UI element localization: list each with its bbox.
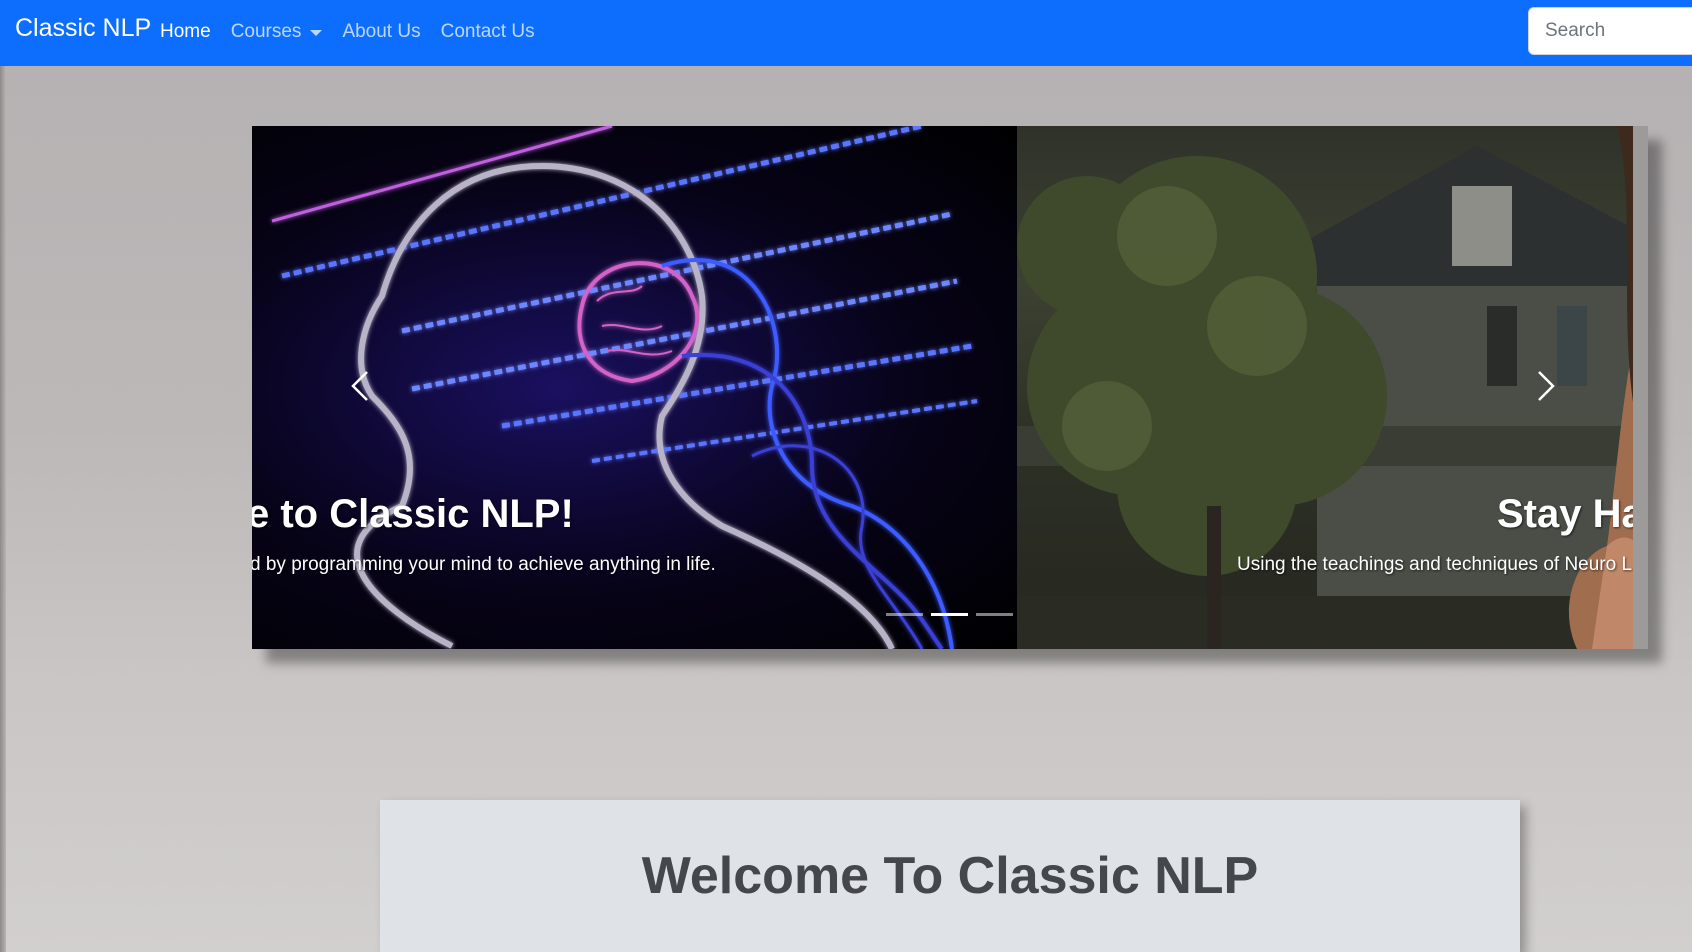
hero-carousel: e to Classic NLP! d by programming your … [252,126,1648,649]
brand-logo[interactable]: Classic NLP [15,16,151,41]
slide-1-title: e to Classic NLP! [252,492,574,536]
carousel-indicators [886,613,1013,616]
slide-2-text: Using the teachings and techniques of Ne… [1237,554,1633,575]
nav-courses-label: Courses [230,21,302,42]
nav-courses[interactable]: Courses [231,21,323,43]
carousel-indicator-2[interactable] [931,613,968,616]
carousel-indicator-3[interactable] [976,613,1013,616]
nav-links: Home Courses About Us Contact Us [160,21,555,43]
nav-home[interactable]: Home [160,21,211,43]
carousel-next-button[interactable] [1529,366,1559,406]
chevron-left-icon [351,371,368,401]
nav-about-us[interactable]: About Us [342,21,420,43]
caret-down-icon [310,30,323,36]
search-input[interactable] [1528,7,1692,55]
carousel-edge [1633,126,1648,649]
carousel-prev-button[interactable] [347,366,377,406]
nav-contact-us[interactable]: Contact Us [441,21,535,43]
slide-2-title: Stay Ha [1497,492,1644,536]
chevron-right-icon [1538,371,1555,401]
navbar: Classic NLP Home Courses About Us Contac… [0,0,1692,66]
welcome-panel: Welcome To Classic NLP [380,800,1520,952]
welcome-heading: Welcome To Classic NLP [641,847,1259,905]
carousel-indicator-1[interactable] [886,613,923,616]
slide-1-text: d by programming your mind to achieve an… [252,554,716,575]
window-edge [0,66,6,952]
